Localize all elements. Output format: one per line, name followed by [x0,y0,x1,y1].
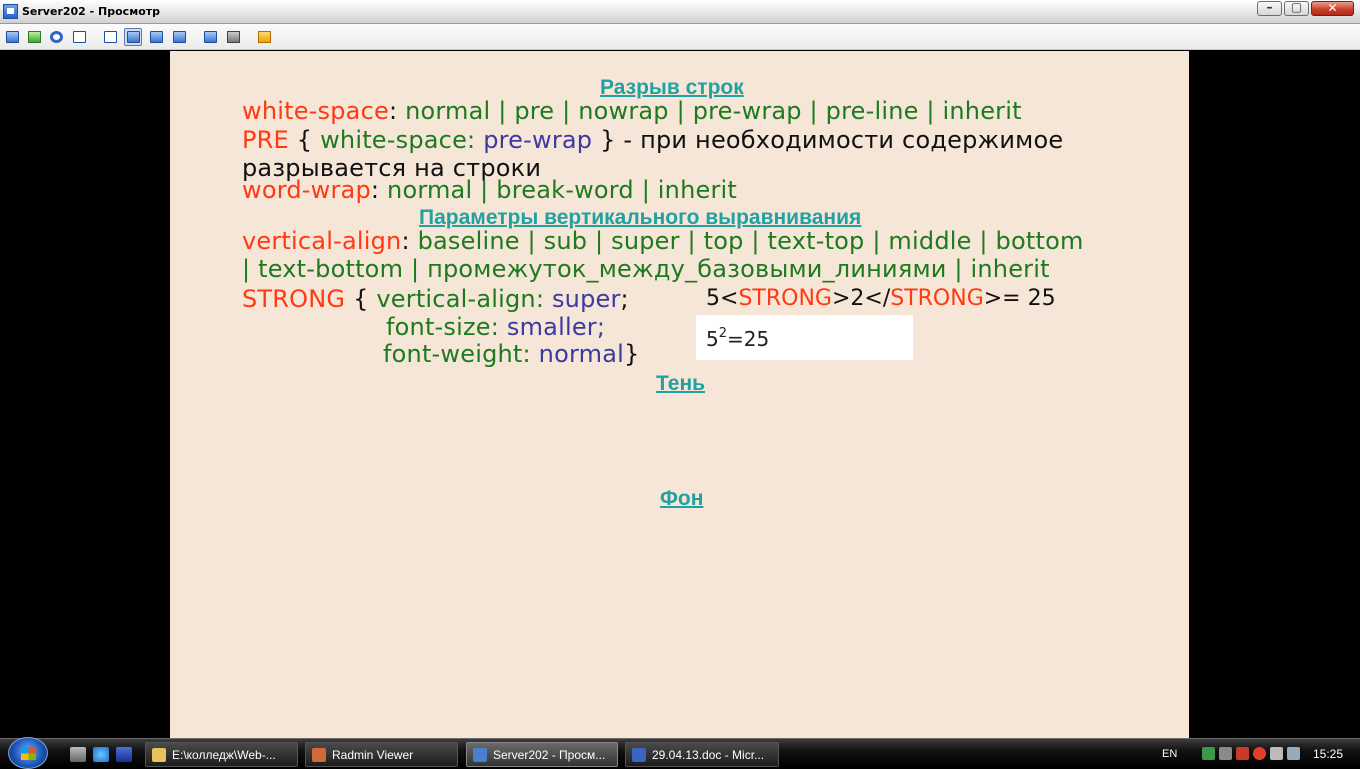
remote-screen[interactable]: Разрыв строк white-space: normal | pre |… [0,51,1360,738]
minimize-button[interactable]: – [1257,0,1282,16]
window-controls: – ▢ ✕ [1257,0,1354,16]
start-button[interactable] [8,737,48,769]
language-indicator[interactable]: EN [1162,748,1177,760]
radmin-icon [312,748,326,762]
strong-rule-line-2: font-size: smaller; [386,313,606,341]
monitor-icon[interactable] [3,28,21,46]
clock[interactable]: 15:25 [1313,747,1343,761]
rendered-example-box: 52=25 [696,315,913,360]
strong-rule-line-1: STRONG { vertical-align: super; [242,285,629,313]
show-desktop-icon[interactable] [70,747,86,762]
close-button[interactable]: ✕ [1311,1,1354,16]
radmin-view-icon [473,748,487,762]
settings-icon[interactable] [224,28,242,46]
window-titlebar: Server202 - Просмотр – ▢ ✕ [0,0,1360,24]
volume-icon[interactable] [1270,747,1283,760]
ie-icon[interactable] [93,747,109,762]
heading-background: Фон [660,487,704,510]
word-icon [632,748,646,762]
scale-icon[interactable] [170,28,188,46]
task-word-doc[interactable]: 29.04.13.doc - Micr... [625,742,779,767]
window-title: Server202 - Просмотр [22,5,161,18]
task-server202-view[interactable]: Server202 - Просм... [466,742,618,767]
security-icon[interactable] [1236,747,1249,760]
rendered-example-text: 52=25 [706,326,770,351]
word-wrap-line: word-wrap: normal | break-word | inherit [242,176,738,204]
html-code-sample: 5<STRONG>2</STRONG>= 25 [706,286,1056,311]
task-explorer[interactable]: E:\колледж\Web-... [145,742,298,767]
pre-rule-line: PRE { white-space: pre-wrap } - при необ… [242,126,1064,154]
white-space-line: white-space: normal | pre | nowrap | pre… [242,97,1022,125]
switch-windows-icon[interactable] [116,747,132,762]
radmin-app-icon [3,4,18,19]
task-radmin-viewer[interactable]: Radmin Viewer [305,742,458,767]
window-icon[interactable] [101,28,119,46]
strong-rule-line-3: font-weight: normal} [383,340,640,368]
vertical-align-line-2: | text-bottom | промежуток_между_базовым… [242,255,1050,283]
screen-icon[interactable] [147,28,165,46]
windows-taskbar: E:\колледж\Web-... Radmin Viewer Server2… [0,737,1360,769]
close-session-icon[interactable] [255,28,273,46]
folder-icon [152,748,166,762]
vertical-align-line-1: vertical-align: baseline | sub | super |… [242,227,1084,255]
tools-icon[interactable] [1287,747,1300,760]
fullscreen-icon[interactable] [124,28,142,46]
chat-icon[interactable] [70,28,88,46]
devices-icon[interactable] [1219,747,1232,760]
connect-icon[interactable] [25,28,43,46]
viewer-toolbar [0,24,1360,50]
antivirus-icon[interactable] [1253,747,1266,760]
voice-icon[interactable] [47,28,65,46]
heading-shadow: Тень [656,372,706,395]
copy-icon[interactable] [201,28,219,46]
presentation-slide: Разрыв строк white-space: normal | pre |… [170,51,1189,738]
maximize-button[interactable]: ▢ [1284,0,1309,16]
network-icon[interactable] [1202,747,1215,760]
